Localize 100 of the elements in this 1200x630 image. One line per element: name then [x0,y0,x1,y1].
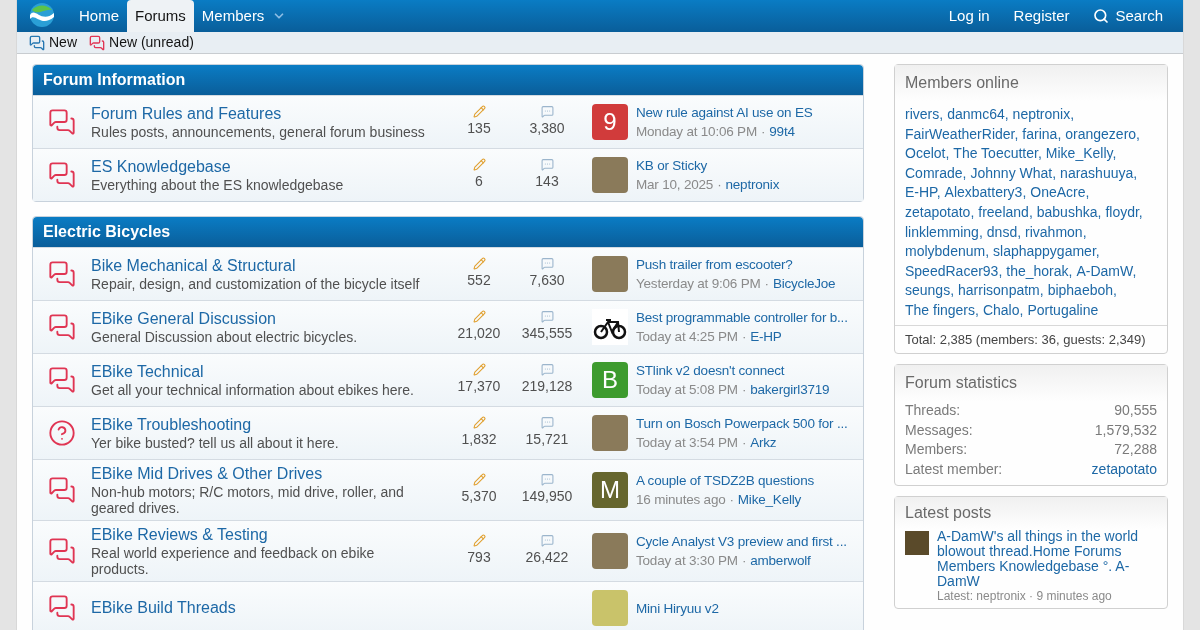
forum-title-link[interactable]: Bike Mechanical & Structural [91,256,456,276]
last-post-user-link[interactable]: amberwolf [750,551,811,570]
forum-description: General Discussion about electric bicycles. [91,329,359,345]
member-link[interactable]: the_horak [1006,262,1069,279]
separator-dot: · [741,328,747,346]
nav-link[interactable]: Register [1005,0,1078,32]
last-post-title-link[interactable]: STlink v2 doesn't connect [636,361,830,380]
thread-count: 1,832 [461,430,497,449]
last-post-user-link[interactable]: neptronix [725,175,780,194]
separator-dot: · [761,123,766,141]
last-post-user-link[interactable]: bakergirl3719 [750,380,830,399]
thread-count: 135 [467,119,491,138]
last-post-user-link[interactable]: Arkz [750,433,777,452]
nav-tab[interactable]: Forums [127,0,194,32]
member-link[interactable]: rivahmon [1025,223,1083,240]
forum-description: Get all your technical information about ebikes here. [91,382,415,398]
forum-description: Yer bike busted? tell us all about it here. [91,435,340,451]
forum-description: Real world experience and feedback on ebike products. [91,545,376,577]
comma: , [1037,145,1042,162]
member-link[interactable]: Comrade [905,164,963,181]
comma: , [985,243,990,260]
pencil-note-icon [472,105,486,118]
last-post-title-link[interactable]: Best programmable controller for b... [636,308,848,327]
avatar-letter[interactable]: 9 [592,104,628,140]
member-link[interactable]: biphaeboh [1047,282,1114,299]
thread-count: 21,020 [457,324,501,343]
latest-post-title-link[interactable]: A-DamW's all things in the world blowout thread.Home Forums Members Knowledgebase °. A-DamW [937,529,1157,590]
speech-bubble-icon [540,473,554,486]
chat-bubbles-icon [48,108,76,136]
last-post-title-link[interactable]: KB or Sticky [636,156,780,175]
member-link[interactable]: The Toecutter [953,145,1038,162]
comma: , [1052,164,1057,181]
search-button[interactable]: Search [1085,0,1171,32]
pencil-note-icon [472,473,486,486]
member-link[interactable]: linklemming [905,223,979,240]
nav-link[interactable]: Log in [940,0,998,32]
forum-title-link[interactable]: ES Knowledgebase [91,157,456,177]
last-post-title-link[interactable]: Mini Hiryuu v2 [636,598,719,618]
comma: , [970,203,975,220]
member-link[interactable]: zetapotato [1091,459,1157,480]
last-post-title-link[interactable]: A couple of TSDZ2B questions [636,471,814,490]
stat-label: Threads: [905,401,961,421]
member-link[interactable]: slaphappygamer [993,243,1096,260]
message-count: 149,950 [521,487,573,506]
nav-tab[interactable]: Members [193,0,295,32]
forum-title-link[interactable]: EBike Reviews & Testing [91,525,456,545]
last-post-date: 16 minutes ago [636,491,726,509]
forum-title-link[interactable]: EBike Mid Drives & Other Drives [91,464,456,484]
chat-bubbles-icon [48,476,76,504]
pencil-note-icon [472,310,486,323]
avatar-letter[interactable]: B [592,362,628,398]
message-count: 3,380 [529,119,565,138]
last-post-user-link[interactable]: E-HP [750,327,782,346]
category-header[interactable]: Forum Information [33,65,863,95]
avatar-letter[interactable]: M [592,472,628,508]
last-post-user-link[interactable]: 99t4 [769,122,795,141]
last-post-title-link[interactable]: Cycle Analyst V3 preview and first ... [636,532,847,551]
logo-icon[interactable] [29,2,55,28]
subnav-link[interactable]: New (unread) [89,32,194,53]
avatar-photo-placeholder[interactable] [905,531,929,556]
category-header[interactable]: Electric Bicycles [33,217,863,247]
forum-title-link[interactable]: Forum Rules and Features [91,104,456,124]
message-count: 26,422 [525,548,569,567]
forum-title-link[interactable]: EBike Technical [91,362,456,382]
comma: , [1133,164,1138,181]
forum-title-link[interactable]: EBike Build Threads [91,598,456,618]
stat-label: Members: [905,440,968,460]
member-link[interactable]: Portugaline [1027,301,1099,318]
member-link[interactable]: freeland [978,203,1029,220]
nav-tab[interactable]: Home [71,0,127,32]
member-link[interactable]: E-HP [905,184,937,201]
comma: , [1132,262,1137,279]
thread-count: 5,370 [461,487,497,506]
bicycle-icon[interactable] [592,309,628,345]
member-link[interactable]: floydr [1105,203,1139,220]
member-link[interactable]: OneAcre [1030,184,1086,201]
last-post-title-link[interactable]: Push trailer from escooter? [636,255,836,274]
subnav-link[interactable]: New [29,32,77,53]
forum-description: Rules posts, announcements, general forum business [91,124,426,140]
chat-bubbles-icon [48,161,76,189]
message-count: 7,630 [529,271,565,290]
chat-bubbles-icon [48,537,76,565]
comma: , [978,223,983,240]
speech-bubble-icon [540,310,554,323]
member-link[interactable]: Chalo [982,301,1020,318]
last-post-title-link[interactable]: Turn on Bosch Powerpack 500 for ... [636,414,848,433]
last-post-user-link[interactable]: BicycleJoe [772,274,836,293]
forum-title-link[interactable]: EBike General Discussion [91,309,456,329]
member-link[interactable]: harrisonpatm [958,282,1040,299]
pencil-note-icon [472,416,486,429]
forum-description: Repair, design, and customization of the bicycle itself [91,276,421,292]
last-post-user-link[interactable]: Mike_Kelly [737,490,802,509]
member-link[interactable]: danmc64 [947,106,1005,122]
avatar-letter[interactable] [592,590,628,626]
member-link[interactable]: A-DamW [1076,262,1133,279]
last-post-title-link[interactable]: New rule against AI use on ES [636,103,813,122]
forum-title-link[interactable]: EBike Troubleshooting [91,415,456,435]
comma: , [1057,125,1062,142]
last-post-date: Mar 10, 2025 [636,176,714,194]
member-link[interactable]: FairWeatherRider [905,125,1015,142]
